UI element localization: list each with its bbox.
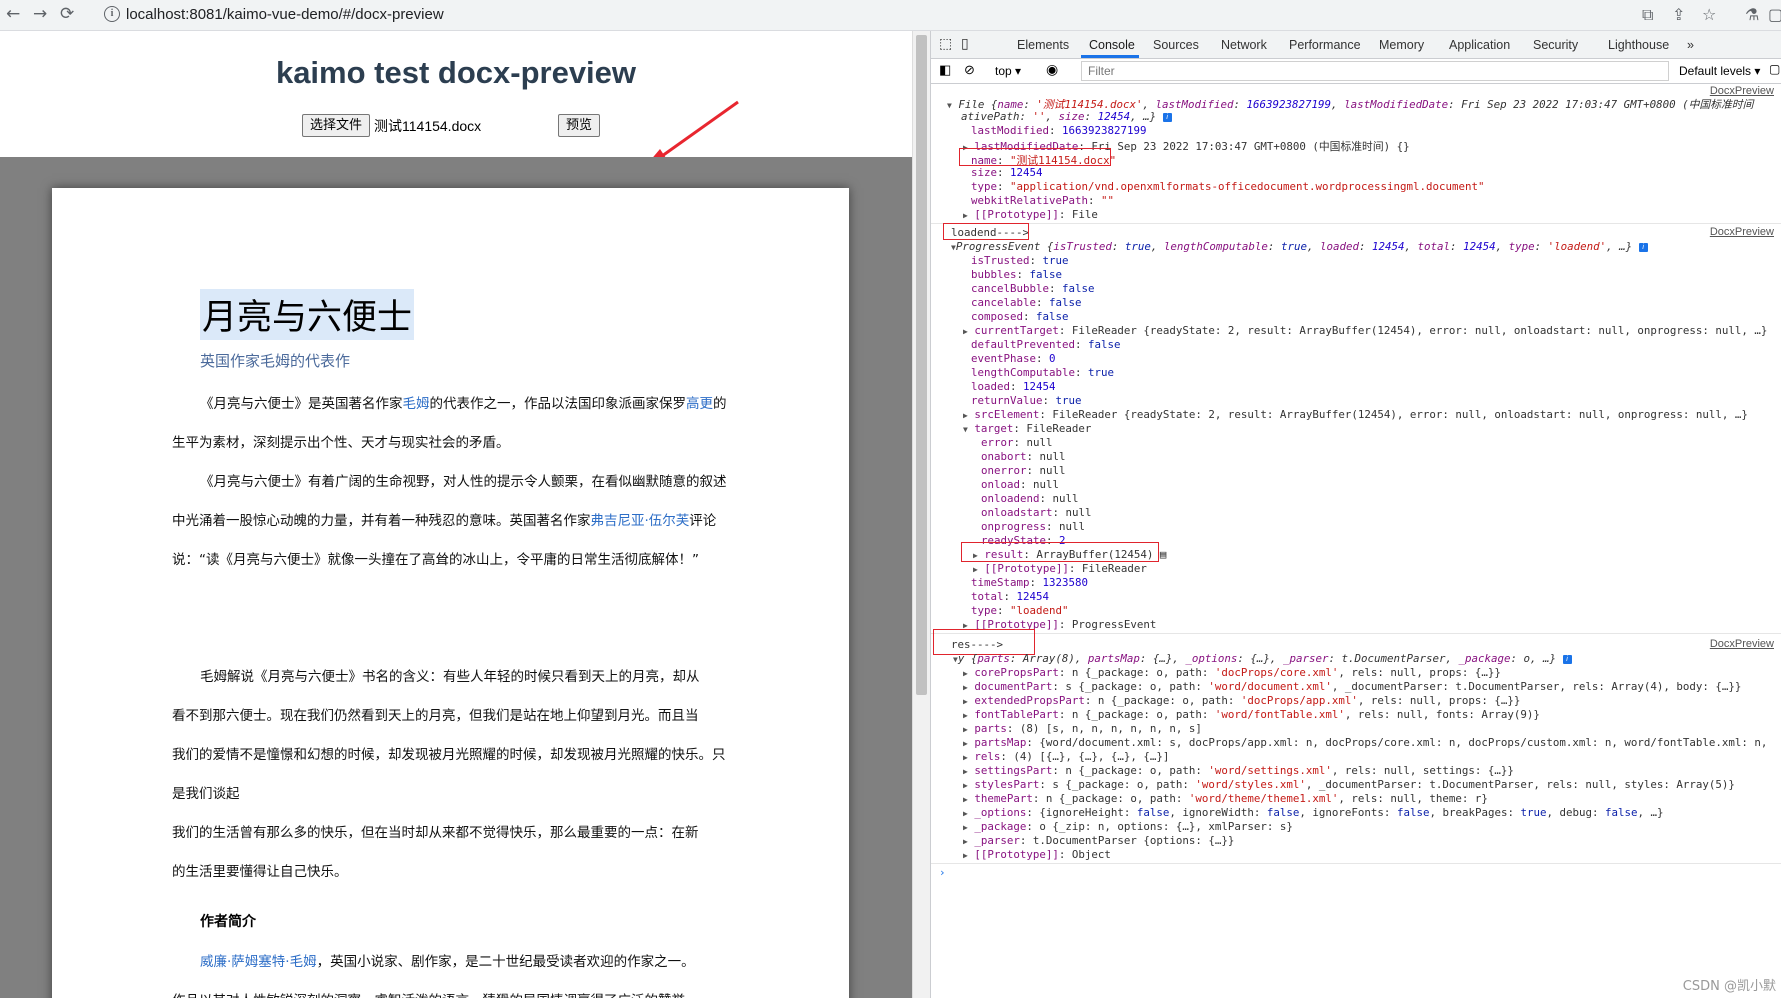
tab-network[interactable]: Network <box>1221 38 1267 52</box>
tab-application[interactable]: Application <box>1449 38 1510 52</box>
log-document-object[interactable]: ▼y {parts: Array(8), partsMap: {…}, _opt… <box>953 652 1572 665</box>
tab-memory[interactable]: Memory <box>1379 38 1424 52</box>
csdn-watermark: CSDN @凯小默 <box>1682 979 1776 994</box>
link-woolf[interactable]: 弗吉尼亚·伍尔芙 <box>591 513 690 529</box>
devtools-tabbar: ⬚ ▯ Elements Console Sources Network Per… <box>931 31 1781 59</box>
url-text[interactable]: localhost:8081/kaimo-vue-demo/#/docx-pre… <box>126 6 444 23</box>
extensions-icon[interactable]: ⚗ <box>1745 5 1759 24</box>
docx-page: 月亮与六便士 英国作家毛姆的代表作 《月亮与六便士》是英国著名作家毛姆的代表作之… <box>52 188 849 998</box>
active-tab-indicator <box>1081 55 1139 58</box>
tab-elements[interactable]: Elements <box>1017 38 1069 52</box>
live-expression-eye-icon[interactable]: ◉ <box>1046 61 1058 78</box>
doc-paragraph-2: 《月亮与六便士》有着广阔的生命视野，对人性的提示令人颤栗，在看似幽默随意的叙述中… <box>172 474 727 568</box>
sidebar-toggle-icon[interactable]: ◧ <box>939 62 951 78</box>
profile-icon[interactable]: ▢ <box>1768 5 1781 24</box>
settings-icon[interactable]: ▢ <box>1769 62 1780 76</box>
console-filter-input[interactable]: Filter <box>1081 61 1669 81</box>
console-prompt[interactable]: › <box>939 866 946 879</box>
link-gauguin[interactable]: 高更 <box>686 396 713 412</box>
doc-paragraph-1: 《月亮与六便士》是英国著名作家毛姆的代表作之一，作品以法国印象派画家保罗高更的生… <box>172 396 727 451</box>
page-scrollbar[interactable] <box>912 31 931 998</box>
address-bar[interactable]: i localhost:8081/kaimo-vue-demo/#/docx-p… <box>92 3 1632 27</box>
bookmark-star-icon[interactable]: ☆ <box>1702 5 1716 24</box>
context-select[interactable]: top ▾ <box>995 64 1021 78</box>
device-toolbar-icon[interactable]: ▯ <box>961 35 969 52</box>
doc-title: 月亮与六便士 <box>200 289 415 340</box>
link-maugham-full[interactable]: 威廉·萨姆塞特·毛姆 <box>200 954 317 970</box>
doc-heading-author: 作者简介 <box>200 914 256 930</box>
highlight-box-loadend <box>943 223 1029 240</box>
highlight-box-name <box>959 148 1111 166</box>
browser-toolbar: ← → ⟳ i localhost:8081/kaimo-vue-demo/#/… <box>0 0 1781 31</box>
forward-icon[interactable]: → <box>33 4 47 24</box>
tab-security[interactable]: Security <box>1533 38 1578 52</box>
tab-console[interactable]: Console <box>1089 38 1135 52</box>
devtools-panel: ⬚ ▯ Elements Console Sources Network Per… <box>930 31 1781 998</box>
highlight-box-result <box>961 542 1159 562</box>
log-progress-event[interactable]: ▼ProgressEvent {isTrusted: true, lengthC… <box>951 240 1648 253</box>
more-tabs-icon[interactable]: » <box>1687 38 1694 52</box>
log-levels-dropdown[interactable]: Default levels ▾ <box>1679 64 1760 78</box>
console-toolbar: ◧ ⊘ top ▾ ◉ Filter Default levels ▾ ▢ <box>931 59 1781 84</box>
log-source-link[interactable]: DocxPreview <box>1710 638 1774 650</box>
doc-paragraph-3: 毛姆解说《月亮与六便士》书名的含义：有些人年轻的时候只看到天上的月亮，却从 看不… <box>172 669 726 880</box>
inspect-element-icon[interactable]: ⬚ <box>939 35 952 52</box>
docx-preview-container: 月亮与六便士 英国作家毛姆的代表作 《月亮与六便士》是英国著名作家毛姆的代表作之… <box>0 157 912 998</box>
site-info-icon[interactable]: i <box>104 6 120 22</box>
log-source-link[interactable]: DocxPreview <box>1710 226 1774 238</box>
page-viewport: kaimo test docx-preview 选择文件 测试114154.do… <box>0 31 912 998</box>
doc-subtitle: 英国作家毛姆的代表作 <box>200 352 351 370</box>
scroll-thumb[interactable] <box>916 35 927 695</box>
tab-performance[interactable]: Performance <box>1289 38 1361 52</box>
link-maugham[interactable]: 毛姆 <box>403 396 430 412</box>
console-output: DocxPreview ▼ File {name: '测试114154.docx… <box>931 84 1781 998</box>
clear-console-icon[interactable]: ⊘ <box>964 62 975 78</box>
tab-sources[interactable]: Sources <box>1153 38 1199 52</box>
share-icon[interactable]: ⇪ <box>1672 5 1685 24</box>
reload-icon[interactable]: ⟳ <box>60 4 74 24</box>
back-icon[interactable]: ← <box>6 4 20 24</box>
translate-icon[interactable]: ⧉ <box>1642 5 1653 25</box>
doc-paragraph-4: 威廉·萨姆塞特·毛姆，英国小说家、剧作家，是二十世纪最受读者欢迎的作家之一。 作… <box>172 954 695 998</box>
tab-lighthouse[interactable]: Lighthouse <box>1608 38 1669 52</box>
